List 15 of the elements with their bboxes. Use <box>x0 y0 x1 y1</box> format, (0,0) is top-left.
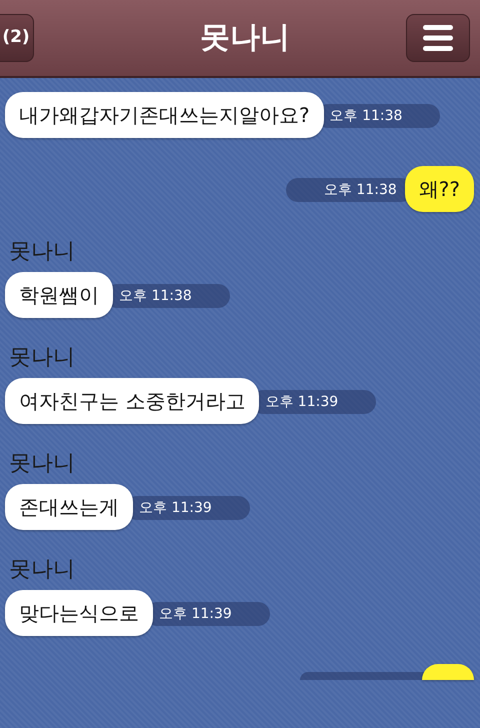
sender-name: 못나니 <box>9 558 76 582</box>
message-bubble: 맞다는식으로 <box>5 590 153 636</box>
sender-name: 못나니 <box>9 346 76 370</box>
message-bubble: 학원쌤이 <box>5 272 113 318</box>
sender-name: 못나니 <box>9 240 76 264</box>
message-bubble: 존대쓰는게 <box>5 484 133 530</box>
message-bubble: 여자친구는 소중한거라고 <box>5 378 260 424</box>
menu-icon <box>423 25 453 51</box>
sender-name: 못나니 <box>9 452 76 476</box>
back-button[interactable]: (2) <box>0 14 34 62</box>
menu-button[interactable] <box>406 14 470 62</box>
message-bubble: 내가왜갑자기존대쓰는지알아요? <box>5 92 324 138</box>
message-bubble <box>422 664 474 680</box>
message-bubble: 왜?? <box>404 166 474 212</box>
chat-title: 못나니 <box>199 19 291 57</box>
